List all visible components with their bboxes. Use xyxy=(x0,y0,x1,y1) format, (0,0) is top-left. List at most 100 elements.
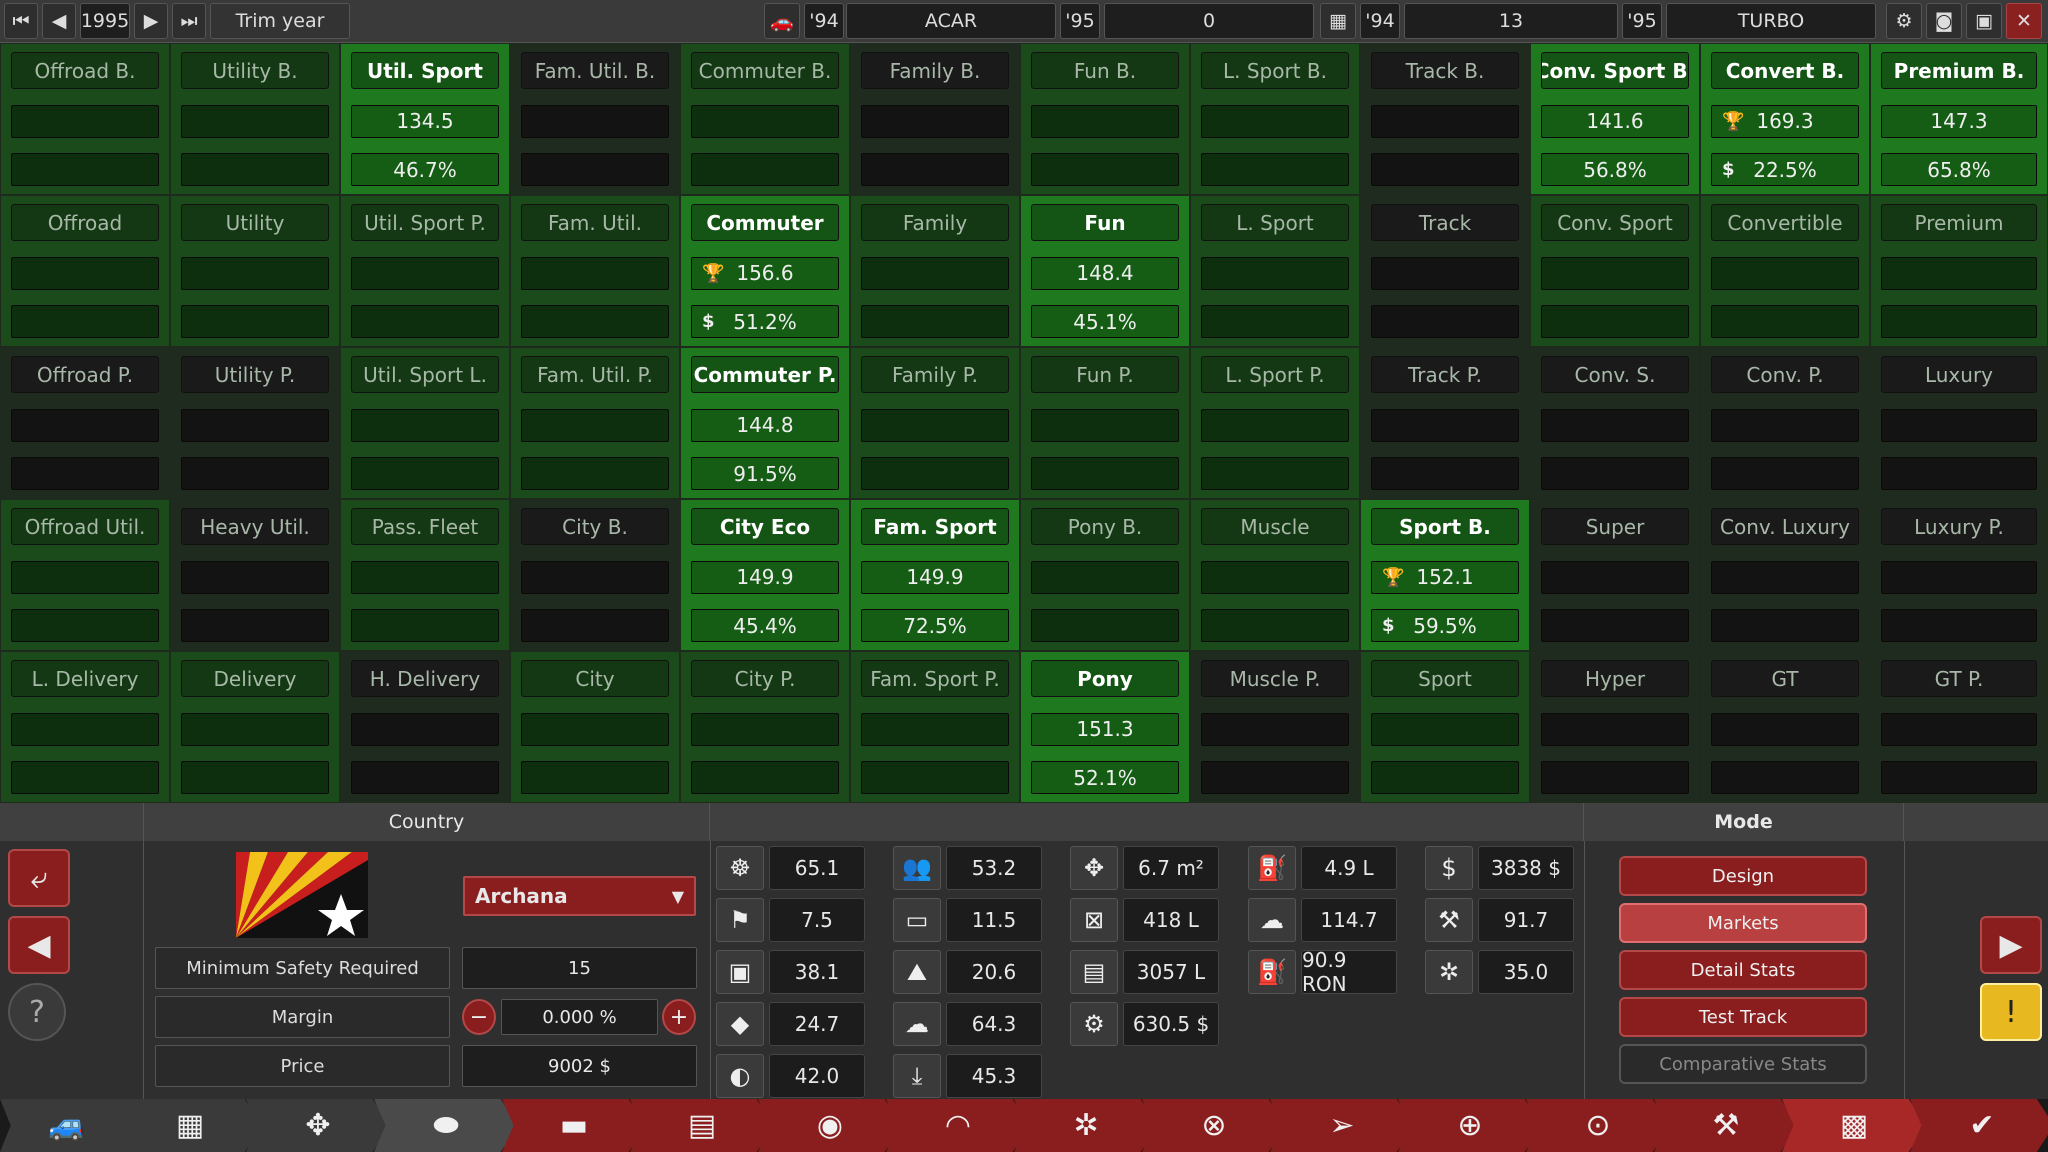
market-cell[interactable]: Muscle xyxy=(1190,499,1360,651)
market-cell[interactable]: Fam. Sport 149.9 72.5% xyxy=(850,499,1020,651)
tab-engine-bay[interactable]: ◠ xyxy=(886,1099,1030,1152)
market-cell[interactable]: Conv. Sport B. 141.6 56.8% xyxy=(1530,43,1700,195)
market-cell[interactable]: Super xyxy=(1530,499,1700,651)
market-cell[interactable]: Utility P. xyxy=(170,347,340,499)
market-cell[interactable]: Conv. Luxury xyxy=(1700,499,1870,651)
country-dropdown[interactable]: Archana ▼ xyxy=(463,876,696,916)
margin-decrease-button[interactable]: − xyxy=(462,999,496,1035)
market-cell[interactable]: Offroad xyxy=(0,195,170,347)
margin-value[interactable]: 0.000 % xyxy=(501,999,658,1035)
market-cell[interactable]: L. Sport P. xyxy=(1190,347,1360,499)
car-model-icon[interactable]: 🚗 xyxy=(764,3,800,39)
comparative-stats-button[interactable]: Comparative Stats xyxy=(1619,1044,1867,1084)
market-cell[interactable]: City Eco 149.9 45.4% xyxy=(680,499,850,651)
market-cell[interactable]: Premium B. 147.3 65.8% xyxy=(1870,43,2048,195)
market-cell[interactable]: L. Sport xyxy=(1190,195,1360,347)
tab-test[interactable]: ▩ xyxy=(1782,1099,1926,1152)
market-cell[interactable]: Commuter 🏆 156.6 $51.2% xyxy=(680,195,850,347)
markets-mode-button[interactable]: Markets xyxy=(1619,903,1867,943)
market-cell[interactable]: L. Sport B. xyxy=(1190,43,1360,195)
market-cell[interactable]: Luxury P. xyxy=(1870,499,2048,651)
market-cell[interactable]: Util. Sport 134.5 46.7% xyxy=(340,43,510,195)
market-cell[interactable]: Fun P. xyxy=(1020,347,1190,499)
market-cell[interactable]: Offroad B. xyxy=(0,43,170,195)
previous-page-button[interactable]: ◀ xyxy=(8,916,70,974)
market-cell[interactable]: Util. Sport L. xyxy=(340,347,510,499)
market-cell[interactable]: City B. xyxy=(510,499,680,651)
tab-trim[interactable]: ▬ xyxy=(502,1099,646,1152)
first-year-button[interactable]: ⏮ xyxy=(4,3,38,39)
market-cell[interactable]: Commuter B. xyxy=(680,43,850,195)
market-cell[interactable]: Conv. S. xyxy=(1530,347,1700,499)
market-cell[interactable]: Track xyxy=(1360,195,1530,347)
market-cell[interactable]: Util. Sport P. xyxy=(340,195,510,347)
tab-tyres[interactable]: ⊙ xyxy=(1526,1099,1670,1152)
last-year-button[interactable]: ⏭ xyxy=(172,3,206,39)
next-year-button[interactable]: ▶ xyxy=(134,3,168,39)
market-cell[interactable]: Sport xyxy=(1360,651,1530,803)
car-trim-value[interactable]: 0 xyxy=(1104,3,1314,39)
engine-name[interactable]: TURBO xyxy=(1666,3,1876,39)
market-cell[interactable]: Pass. Fleet xyxy=(340,499,510,651)
engine-value[interactable]: 13 xyxy=(1404,3,1618,39)
market-cell[interactable]: GT xyxy=(1700,651,1870,803)
close-button[interactable]: ✕ xyxy=(2006,3,2042,39)
market-cell[interactable]: Offroad P. xyxy=(0,347,170,499)
market-cell[interactable]: H. Delivery xyxy=(340,651,510,803)
tab-brakes[interactable]: ⊗ xyxy=(1142,1099,1286,1152)
market-cell[interactable]: Offroad Util. xyxy=(0,499,170,651)
market-cell[interactable]: Sport B. 🏆 152.1 $59.5% xyxy=(1360,499,1530,651)
tab-wheel[interactable]: ✲ xyxy=(1014,1099,1158,1152)
market-cell[interactable]: Track P. xyxy=(1360,347,1530,499)
design-mode-button[interactable]: Design xyxy=(1619,856,1867,896)
market-cell[interactable]: Heavy Util. xyxy=(170,499,340,651)
market-cell[interactable]: Utility B. xyxy=(170,43,340,195)
tab-suspension[interactable]: ✥ xyxy=(246,1099,390,1152)
tab-drivetrain[interactable]: ⊕ xyxy=(1398,1099,1542,1152)
test-track-button[interactable]: Test Track xyxy=(1619,997,1867,1037)
tab-body-style[interactable]: ⬬ xyxy=(374,1099,518,1152)
market-cell[interactable]: Luxury xyxy=(1870,347,2048,499)
market-cell[interactable]: L. Delivery xyxy=(0,651,170,803)
margin-increase-button[interactable]: + xyxy=(662,999,696,1035)
market-cell[interactable]: City xyxy=(510,651,680,803)
market-cell[interactable]: Conv. P. xyxy=(1700,347,1870,499)
tab-fixture[interactable]: ▤ xyxy=(630,1099,774,1152)
market-cell[interactable]: Fam. Sport P. xyxy=(850,651,1020,803)
market-cell[interactable]: Fam. Util. P. xyxy=(510,347,680,499)
market-cell[interactable]: Family P. xyxy=(850,347,1020,499)
prev-year-button[interactable]: ◀ xyxy=(42,3,76,39)
tab-tuning[interactable]: ⚒ xyxy=(1654,1099,1798,1152)
tab-chassis[interactable]: ▦ xyxy=(118,1099,262,1152)
tab-aero[interactable]: ➢ xyxy=(1270,1099,1414,1152)
next-page-button[interactable]: ▶ xyxy=(1980,916,2042,974)
market-cell[interactable]: Track B. xyxy=(1360,43,1530,195)
market-cell[interactable]: Conv. Sport xyxy=(1530,195,1700,347)
market-cell[interactable]: Convertible xyxy=(1700,195,1870,347)
trim-year-button[interactable]: Trim year xyxy=(210,3,350,39)
market-cell[interactable]: Fun B. xyxy=(1020,43,1190,195)
market-cell[interactable]: Muscle P. xyxy=(1190,651,1360,803)
market-cell[interactable]: Utility xyxy=(170,195,340,347)
market-cell[interactable]: Commuter P. 144.8 91.5% xyxy=(680,347,850,499)
market-cell[interactable]: Fam. Util. B. xyxy=(510,43,680,195)
market-cell[interactable]: Hyper xyxy=(1530,651,1700,803)
market-cell[interactable]: Delivery xyxy=(170,651,340,803)
tab-car-body[interactable]: 🚙 xyxy=(0,1099,134,1152)
car-model-name[interactable]: ACAR xyxy=(846,3,1056,39)
save-button[interactable]: ▣ xyxy=(1966,3,2002,39)
market-cell[interactable]: Family xyxy=(850,195,1020,347)
back-to-trims-button[interactable]: ⤶ xyxy=(8,849,70,907)
market-cell[interactable]: Convert B. 🏆 169.3 $22.5% xyxy=(1700,43,1870,195)
tab-interior[interactable]: ◉ xyxy=(758,1099,902,1152)
warnings-button[interactable]: ! xyxy=(1980,983,2042,1041)
market-cell[interactable]: Premium xyxy=(1870,195,2048,347)
tab-checkmark[interactable]: ✔ xyxy=(1910,1099,2048,1152)
settings-button[interactable]: ⚙ xyxy=(1886,3,1922,39)
screenshot-button[interactable]: ◙ xyxy=(1926,3,1962,39)
engine-icon[interactable]: ▦ xyxy=(1320,3,1356,39)
help-button[interactable]: ? xyxy=(8,983,66,1041)
market-cell[interactable]: Pony 151.3 52.1% xyxy=(1020,651,1190,803)
market-cell[interactable]: Pony B. xyxy=(1020,499,1190,651)
market-cell[interactable]: Fun 148.4 45.1% xyxy=(1020,195,1190,347)
